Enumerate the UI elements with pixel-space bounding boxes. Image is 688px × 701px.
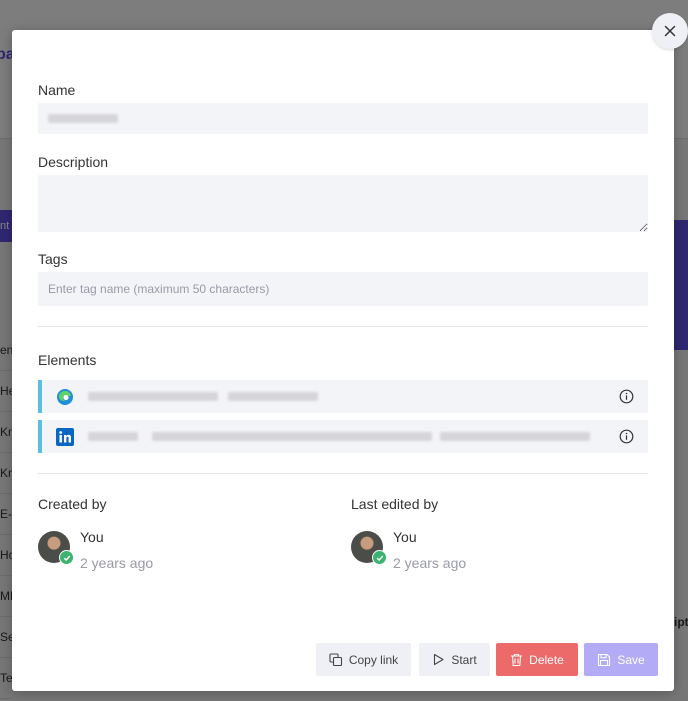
- check-icon: [59, 550, 74, 565]
- redacted-element-name: [228, 392, 318, 401]
- floppy-disk-icon: [598, 653, 611, 666]
- info-icon[interactable]: [619, 429, 634, 444]
- element-item-edge[interactable]: [38, 380, 648, 413]
- name-input[interactable]: [38, 103, 648, 134]
- copy-link-label: Copy link: [348, 652, 399, 667]
- redacted-element-name: [152, 432, 432, 441]
- tags-input[interactable]: [38, 272, 648, 306]
- check-icon: [372, 550, 387, 565]
- edge-logo-icon: [57, 389, 73, 405]
- avatar: [351, 531, 387, 565]
- created-by-time: 2 years ago: [80, 555, 154, 571]
- divider: [38, 473, 648, 474]
- save-label: Save: [617, 652, 645, 667]
- created-by-name: You: [80, 529, 104, 545]
- edit-modal: Name Description Tags Elements: [12, 30, 674, 691]
- name-label: Name: [38, 82, 76, 98]
- close-button[interactable]: [652, 13, 688, 49]
- divider: [38, 326, 648, 327]
- delete-button[interactable]: Delete: [496, 643, 578, 676]
- info-icon[interactable]: [619, 389, 634, 404]
- created-by-label: Created by: [38, 496, 107, 512]
- redacted-name: [48, 114, 118, 123]
- delete-label: Delete: [529, 652, 564, 667]
- elements-label: Elements: [38, 352, 97, 368]
- redacted-element-name: [88, 392, 218, 401]
- last-edited-by-label: Last edited by: [351, 496, 439, 512]
- element-item-linkedin[interactable]: [38, 420, 648, 453]
- redacted-element-name: [88, 432, 138, 441]
- description-label: Description: [38, 154, 109, 170]
- description-textarea[interactable]: [38, 175, 648, 232]
- start-label: Start: [451, 652, 477, 667]
- last-edited-by-time: 2 years ago: [393, 555, 467, 571]
- play-icon: [434, 653, 444, 666]
- avatar: [38, 531, 74, 565]
- copy-link-button[interactable]: Copy link: [316, 643, 411, 676]
- redacted-element-name: [440, 432, 590, 441]
- save-button[interactable]: Save: [584, 643, 658, 676]
- copy-icon: [329, 652, 342, 666]
- trash-icon: [511, 653, 523, 666]
- start-button[interactable]: Start: [419, 643, 490, 676]
- close-icon: [664, 25, 676, 37]
- tags-label: Tags: [38, 251, 68, 267]
- linkedin-logo-icon: [56, 428, 74, 446]
- last-edited-by-name: You: [393, 529, 417, 545]
